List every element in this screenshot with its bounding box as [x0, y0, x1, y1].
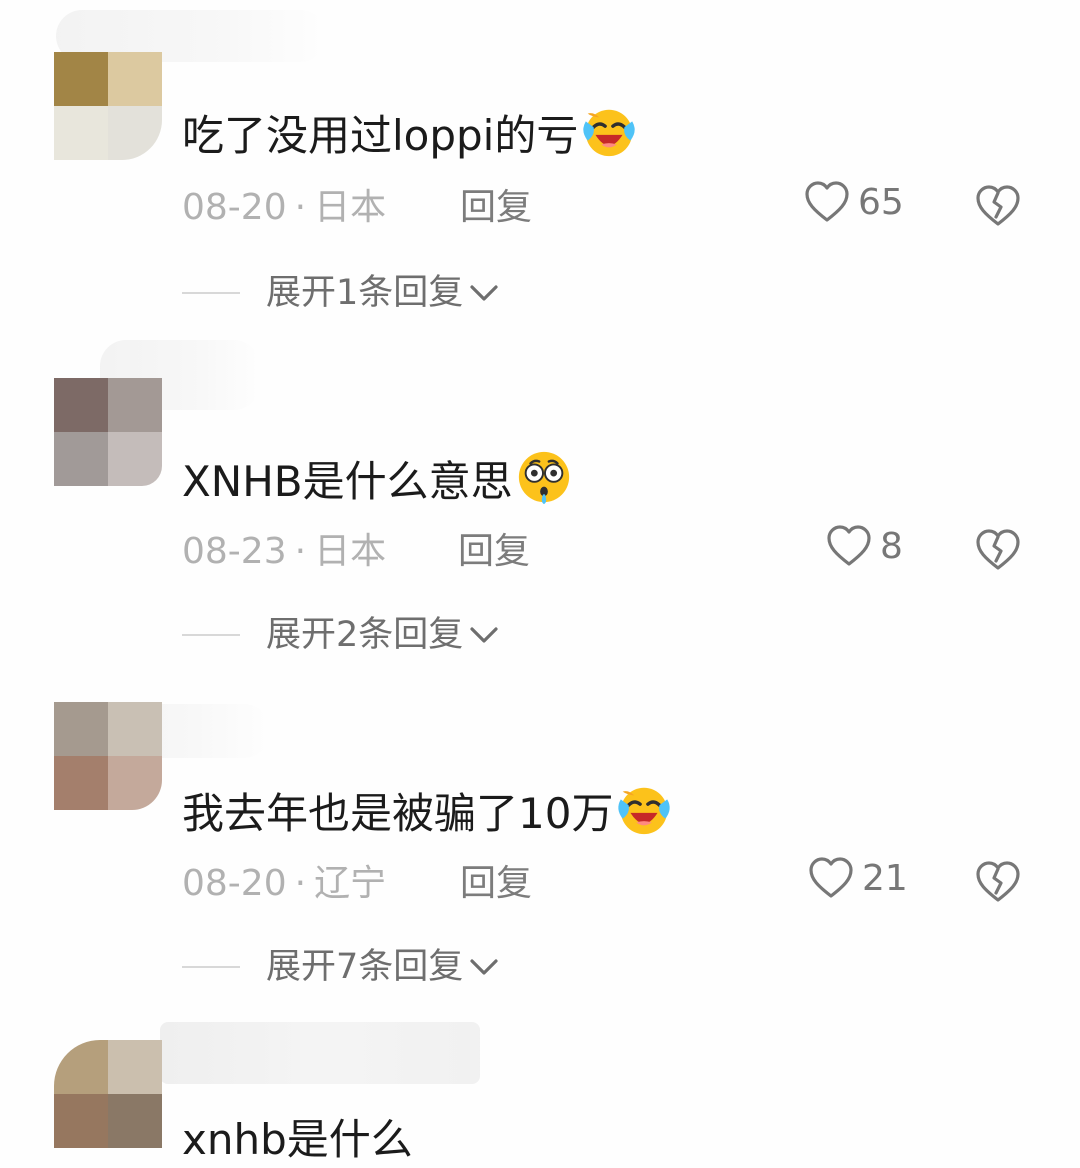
comment-text: 我去年也是被骗了10万: [182, 780, 673, 842]
comment-text-content: xnhb是什么: [182, 1115, 413, 1164]
chevron-down-icon: [470, 627, 498, 643]
comment-meta: 08-23 · 日本: [182, 528, 386, 576]
broken-heart-icon: [976, 185, 1020, 226]
expand-divider: [182, 634, 240, 636]
expand-divider: [182, 966, 240, 968]
broken-heart-icon: [976, 861, 1020, 902]
like-button[interactable]: 65: [804, 180, 904, 224]
comment-date: 08-23: [182, 531, 287, 572]
like-button[interactable]: 8: [826, 524, 903, 568]
expand-replies[interactable]: 展开2条回复: [182, 612, 499, 658]
comment-date: 08-20: [182, 187, 287, 228]
reply-button[interactable]: 回复: [458, 528, 530, 576]
comment-text: 吃了没用过loppi的亏: [182, 102, 638, 164]
meta-separator: ·: [294, 863, 307, 904]
dislike-button[interactable]: [975, 860, 1021, 908]
avatar[interactable]: [54, 378, 162, 486]
meta-separator: ·: [294, 531, 307, 572]
broken-heart-icon: [976, 529, 1020, 570]
comment-meta: 08-20 · 日本: [182, 184, 386, 232]
comment-text: XNHB是什么意思: [182, 448, 573, 510]
reply-button[interactable]: 回复: [460, 860, 532, 908]
heart-icon: [805, 181, 849, 222]
avatar[interactable]: [54, 702, 162, 810]
avatar[interactable]: [54, 52, 162, 160]
comment-date: 08-20: [182, 863, 287, 904]
expand-replies-label: 展开7条回复: [266, 947, 464, 987]
expand-replies[interactable]: 展开7条回复: [182, 944, 499, 990]
crying-laughing-emoji-icon: [618, 787, 671, 835]
heart-icon: [827, 525, 871, 566]
like-count: 8: [880, 525, 903, 567]
reply-button[interactable]: 回复: [460, 184, 532, 232]
expand-divider: [182, 292, 240, 294]
username-blurred[interactable]: [160, 1022, 480, 1084]
dislike-button[interactable]: [975, 184, 1021, 232]
avatar[interactable]: [54, 1040, 162, 1148]
flushed-face-emoji-icon: [518, 451, 569, 505]
comment-location: 辽宁: [314, 863, 387, 904]
meta-separator: ·: [294, 187, 307, 228]
expand-replies-label: 展开1条回复: [266, 273, 464, 313]
comment-location: 日本: [314, 531, 387, 572]
crying-laughing-emoji-icon: [583, 109, 636, 157]
like-button[interactable]: 21: [808, 856, 908, 900]
dislike-button[interactable]: [975, 528, 1021, 576]
like-count: 21: [862, 857, 908, 899]
comment-text-content: XNHB是什么意思: [182, 457, 513, 506]
like-count: 65: [858, 181, 904, 223]
comment-text-content: 吃了没用过loppi的亏: [182, 111, 579, 160]
comment-text-content: 我去年也是被骗了10万: [182, 789, 614, 838]
expand-replies-label: 展开2条回复: [266, 615, 464, 655]
comment-meta: 08-20 · 辽宁: [182, 860, 386, 908]
expand-replies[interactable]: 展开1条回复: [182, 270, 499, 316]
heart-icon: [809, 857, 853, 898]
chevron-down-icon: [470, 959, 498, 975]
chevron-down-icon: [470, 285, 498, 301]
comment-location: 日本: [314, 187, 387, 228]
